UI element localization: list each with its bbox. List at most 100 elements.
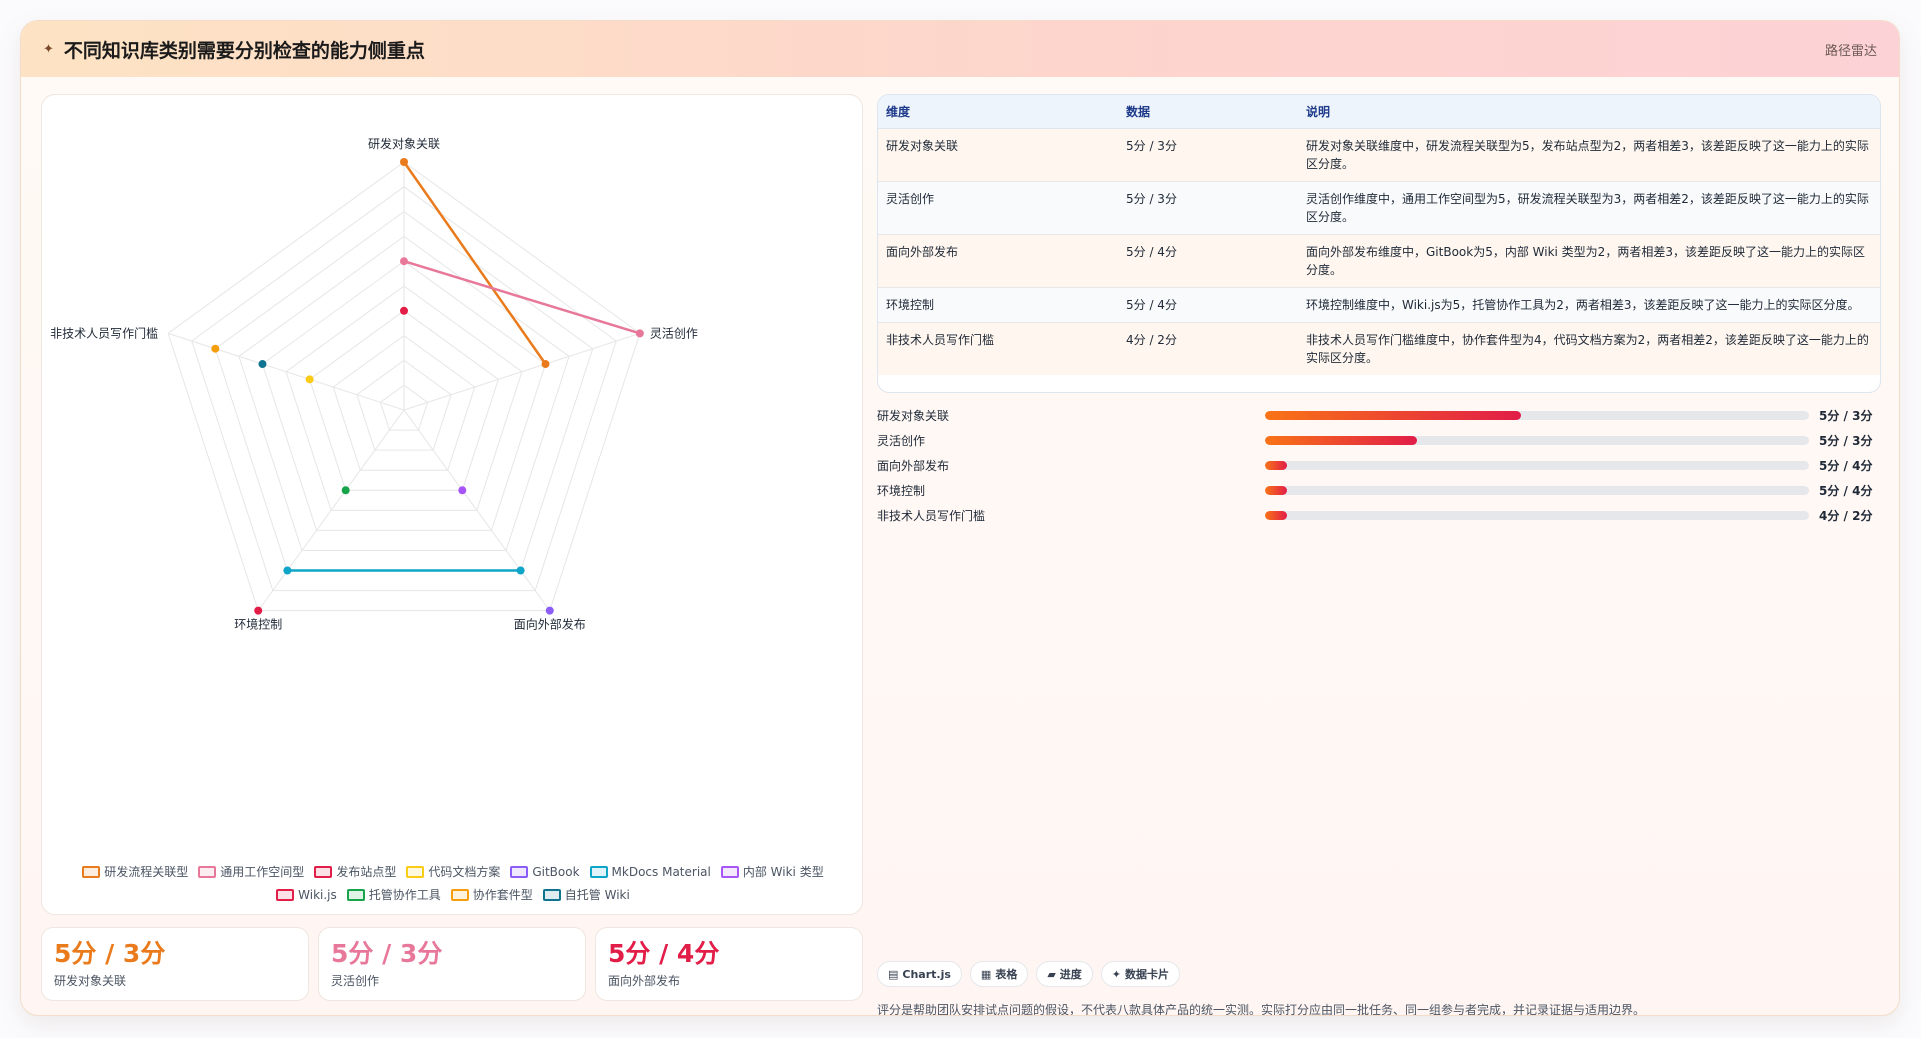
legend-item[interactable]: 研发流程关联型 xyxy=(82,863,188,880)
table-cell: 面向外部发布 xyxy=(878,234,1118,288)
table-cell: 研发对象关联 xyxy=(878,128,1118,182)
legend-swatch xyxy=(198,865,217,878)
stat-value: 5分 / 3分 xyxy=(331,939,443,968)
stat-label: 灵活创作 xyxy=(331,974,380,988)
table-cell: 5分 / 3分 xyxy=(1118,128,1298,182)
bar-track xyxy=(1265,461,1809,470)
bar-row: 研发对象关联 5分 / 3分 xyxy=(877,403,1881,428)
table-cell: 灵活创作 xyxy=(878,181,1118,235)
legend-label: 通用工作空间型 xyxy=(220,865,305,879)
card-icon: ✦ xyxy=(1111,967,1122,981)
legend-swatch xyxy=(589,865,608,878)
bar-fill xyxy=(1265,486,1287,495)
bar-value: 5分 / 4分 xyxy=(1819,459,1873,473)
chip-label: 数据卡片 xyxy=(1125,968,1170,981)
bar-label: 环境控制 xyxy=(877,484,926,498)
progress-icon: ▰ xyxy=(1047,967,1056,981)
legend-item[interactable]: 自托管 Wiki xyxy=(542,886,630,903)
legend-label: MkDocs Material xyxy=(611,864,711,879)
radar-chart: 研发对象关联灵活创作面向外部发布 环境控制 非技术人员写作门槛 xyxy=(50,136,698,632)
bar-label: 非技术人员写作门槛 xyxy=(877,509,986,523)
table-row: 面向外部发布 5分 / 4分 面向外部发布维度中，GitBook为5，内部 Wi… xyxy=(878,234,1880,288)
table-cell: 研发对象关联维度中，研发流程关联型为5，发布站点型为2，两者相差3，该差距反映了… xyxy=(1298,128,1880,182)
legend-item[interactable]: 托管协作工具 xyxy=(346,886,441,903)
radar-data-point xyxy=(283,566,292,575)
radar-chart-panel: 研发对象关联 灵活创作 面向外部发布 环境控制 非技术人员写作门槛 研发流程关联型 通用工… xyxy=(41,94,863,915)
bar-fill xyxy=(1265,511,1287,520)
legend-item[interactable]: MkDocs Material xyxy=(589,863,711,880)
table-cell: 非技术人员写作门槛 xyxy=(878,322,1118,375)
progress-bars: 研发对象关联 5分 / 3分 灵活创作 5分 / 3分 面向外部发布 5分 / 4分 环境控… xyxy=(877,403,1881,528)
page-title: 不同知识库类别需要分别检查的能力侧重点 xyxy=(63,39,425,62)
legend-item[interactable]: Wiki.js xyxy=(276,886,337,903)
radar-data-point xyxy=(211,344,220,353)
legend-label: Wiki.js xyxy=(298,887,337,902)
radar-data-point xyxy=(258,360,267,369)
chip-进度[interactable]: ▰ 进度 xyxy=(1036,961,1093,987)
legend-label: 内部 Wiki 类型 xyxy=(742,865,824,879)
capability-card: ✦ 不同知识库类别需要分别检查的能力侧重点 路径雷达 研发对象关联 灵活创作 面向外… xyxy=(20,20,1900,1016)
bar-track xyxy=(1265,511,1809,520)
table-row: 非技术人员写作门槛 4分 / 2分 非技术人员写作门槛维度中，协作套件型为4，代… xyxy=(878,322,1880,375)
radar-axis-line xyxy=(403,332,641,411)
legend-swatch xyxy=(450,888,469,901)
legend-label: 研发流程关联型 xyxy=(104,865,189,879)
bar-label: 灵活创作 xyxy=(877,434,926,448)
legend-label: GitBook xyxy=(532,864,580,879)
legend-item[interactable]: 协作套件型 xyxy=(450,886,533,903)
legend-label: 发布站点型 xyxy=(336,865,397,879)
bar-fill xyxy=(1265,436,1418,445)
legend-swatch xyxy=(510,865,529,878)
radar-axis-label: 面向外部发布 xyxy=(514,617,586,632)
legend-swatch xyxy=(720,865,739,878)
radar-axis-line xyxy=(167,332,405,411)
radar-data-point xyxy=(458,486,467,495)
legend-item[interactable]: GitBook xyxy=(510,863,580,880)
radar-axis-label: 非技术人员写作门槛 xyxy=(50,325,158,340)
chip-表格[interactable]: ▦ 表格 xyxy=(969,961,1029,987)
table-cell: 灵活创作维度中，通用工作空间型为5，研发流程关联型为3，两者相差2，该差距反映了… xyxy=(1298,181,1880,235)
header-tag: 路径雷达 xyxy=(1824,43,1877,59)
bar-value: 5分 / 3分 xyxy=(1819,434,1873,448)
chart-legend: 研发流程关联型 通用工作空间型 发布站点型 代码文档方案 GitBook MkDocs M… xyxy=(62,863,844,903)
legend-label: 自托管 Wiki xyxy=(564,888,630,902)
table-icon: ▦ xyxy=(980,967,992,981)
table-cell: 5分 / 3分 xyxy=(1118,181,1298,235)
bar-track xyxy=(1265,436,1809,445)
radar-data-point xyxy=(400,257,408,266)
sparkle-icon: ✦ xyxy=(43,41,54,57)
table-row: 灵活创作 5分 / 3分 灵活创作维度中，通用工作空间型为5，研发流程关联型为3… xyxy=(878,181,1880,235)
legend-swatch xyxy=(542,888,561,901)
radar-data-point xyxy=(400,158,408,166)
table-cell: 非技术人员写作门槛维度中，协作套件型为4，代码文档方案为2，两者相差2，该差距反… xyxy=(1298,322,1880,375)
column-header: 数据 xyxy=(1118,95,1298,129)
stat-label: 面向外部发布 xyxy=(608,974,681,988)
stat-card-1: 5分 / 3分 研发对象关联 xyxy=(41,927,309,1001)
radar-axis-label: 环境控制 xyxy=(234,617,282,632)
chip-label: 表格 xyxy=(995,968,1018,981)
legend-item[interactable]: 发布站点型 xyxy=(314,863,396,880)
chip-label: Chart.js xyxy=(902,967,951,981)
table-cell: 5分 / 4分 xyxy=(1118,234,1298,288)
radar-data-point xyxy=(635,329,644,338)
chip-label: 进度 xyxy=(1059,968,1082,981)
radar-data-point xyxy=(516,566,525,575)
stat-value: 5分 / 3分 xyxy=(54,939,166,968)
table-cell: 环境控制 xyxy=(878,287,1118,323)
legend-item[interactable]: 内部 Wiki 类型 xyxy=(720,863,824,880)
legend-label: 托管协作工具 xyxy=(368,888,441,902)
column-header: 维度 xyxy=(878,95,1118,129)
radar-data-point xyxy=(541,360,550,369)
bar-value: 4分 / 2分 xyxy=(1819,509,1873,523)
legend-item[interactable]: 代码文档方案 xyxy=(406,863,500,880)
column-header: 说明 xyxy=(1298,95,1880,129)
stat-label: 研发对象关联 xyxy=(54,974,127,988)
legend-item[interactable]: 通用工作空间型 xyxy=(198,863,304,880)
table-cell: 5分 / 4分 xyxy=(1118,287,1298,323)
table-row: 环境控制 5分 / 4分 环境控制维度中，Wiki.js为5，托管协作工具为2，… xyxy=(878,287,1880,323)
chip-Chart.js[interactable]: ▤ Chart.js xyxy=(877,961,962,987)
chip-数据卡片[interactable]: ✦ 数据卡片 xyxy=(1100,961,1181,987)
footnote: 评分是帮助团队安排试点问题的假设，不代表八款具体产品的统一实测。实际打分应由同一… xyxy=(877,1003,1646,1016)
bar-track xyxy=(1265,411,1809,420)
radar-data-point xyxy=(254,606,263,615)
